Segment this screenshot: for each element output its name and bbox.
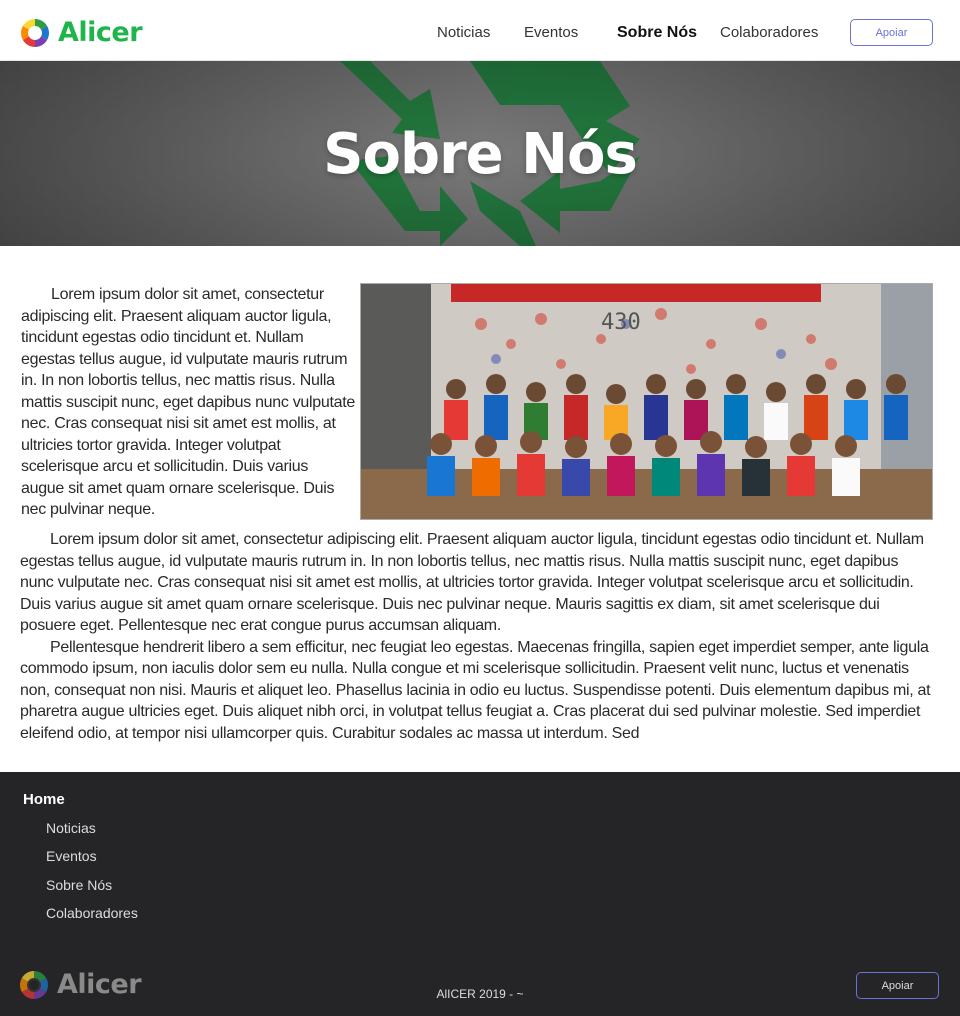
copyright-text: AlICER 2019 - ~ (436, 987, 524, 1001)
body-text: Lorem ipsum dolor sit amet, consectetur … (20, 529, 932, 744)
footer-link-eventos[interactable]: Eventos (46, 846, 97, 866)
intro-paragraph: Lorem ipsum dolor sit amet, consectetur … (21, 286, 355, 518)
brand-name: Alicer (58, 17, 143, 48)
footer-link-noticias[interactable]: Noticias (46, 818, 96, 838)
footer-link-sobre-nos[interactable]: Sobre Nós (46, 875, 112, 895)
nav-item-noticias[interactable]: Noticias (437, 22, 490, 44)
team-photo-image: 430 (361, 284, 932, 519)
support-button[interactable]: Apoiar (850, 19, 933, 46)
nav-item-eventos[interactable]: Eventos (524, 22, 578, 44)
page-title: Sobre Nós (323, 122, 638, 187)
nav-item-sobre-nos[interactable]: Sobre Nós (617, 22, 697, 44)
nav-item-colaboradores[interactable]: Colaboradores (720, 22, 818, 44)
body-paragraph-1: Lorem ipsum dolor sit amet, consectetur … (20, 531, 924, 634)
body-paragraph-2: Pellentesque hendrerit libero a sem effi… (20, 638, 931, 742)
site-header: Alicer Noticias Eventos Sobre Nós Colabo… (0, 0, 960, 61)
footer-link-colaboradores[interactable]: Colaboradores (46, 903, 138, 923)
footer-support-button[interactable]: Apoiar (856, 972, 939, 999)
photo-sign-text: 430 (601, 310, 641, 335)
hero-banner: Sobre Nós (0, 61, 960, 246)
alicer-logo-icon (21, 19, 49, 47)
team-photo: 430 (360, 283, 933, 520)
footer-home-link[interactable]: Home (23, 790, 65, 810)
site-logo[interactable]: Alicer (20, 17, 143, 49)
site-footer: Home Noticias Eventos Sobre Nós Colabora… (0, 772, 960, 1016)
